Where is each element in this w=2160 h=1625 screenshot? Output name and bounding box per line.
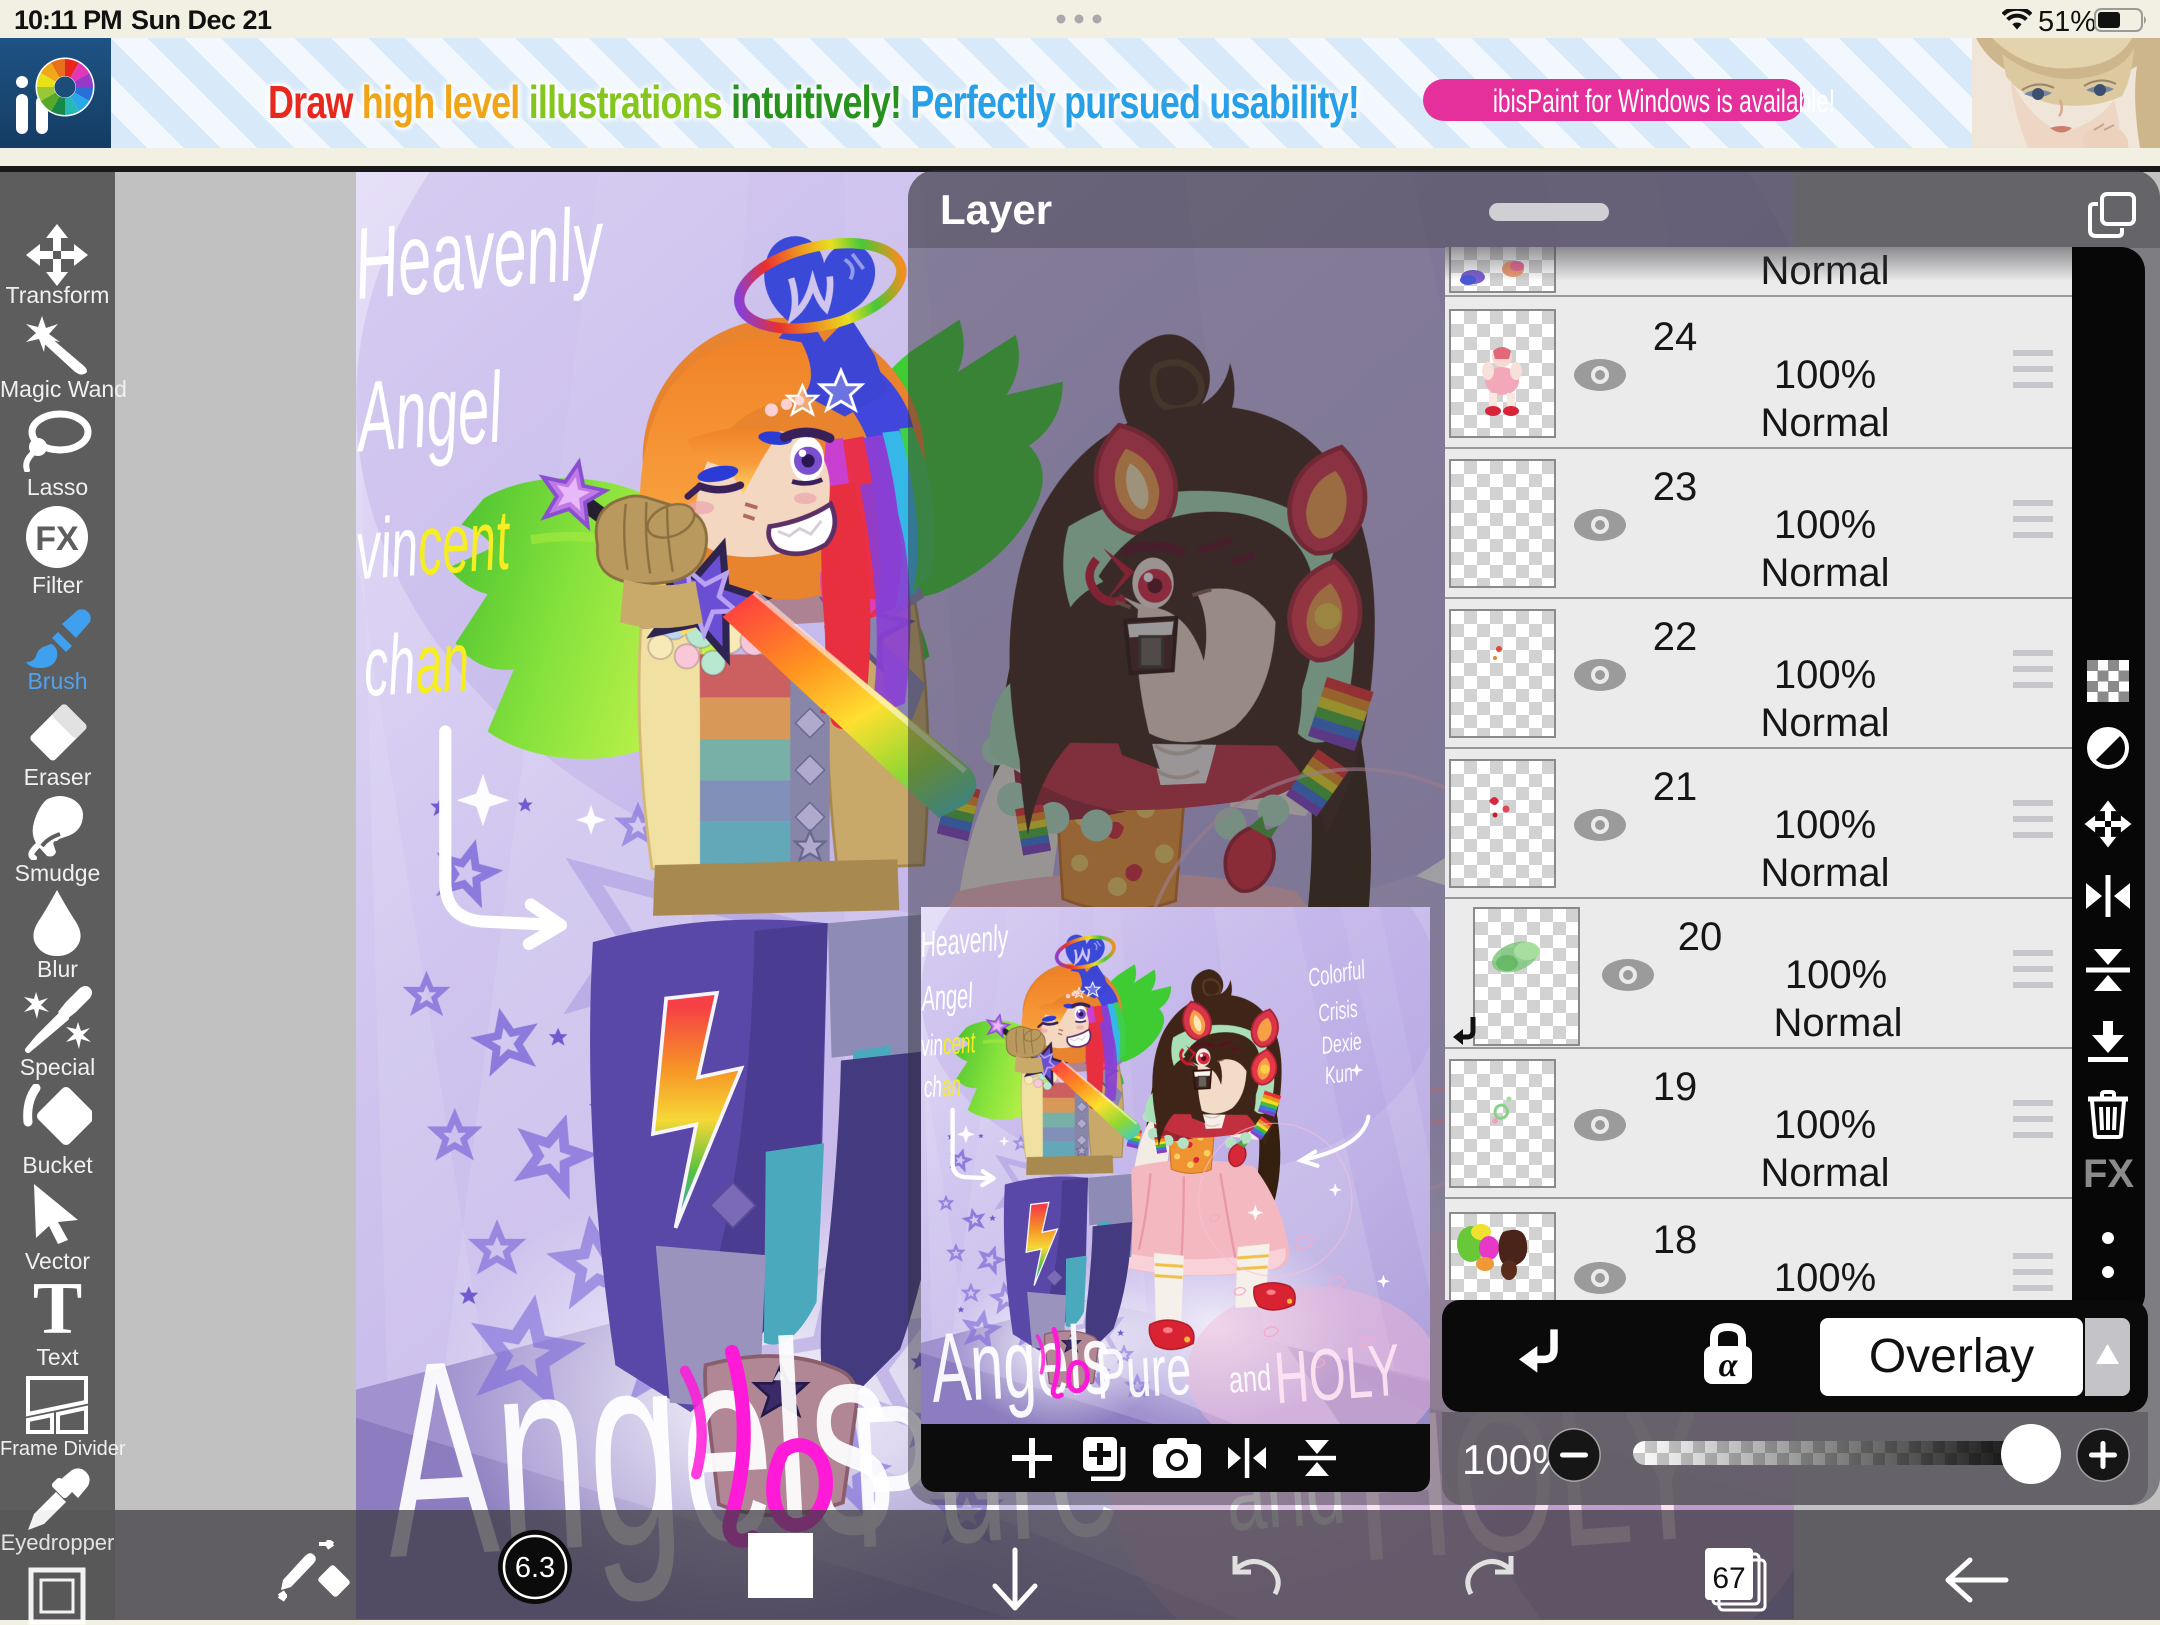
svg-text:FX: FX bbox=[35, 520, 79, 558]
svg-text:6.3: 6.3 bbox=[515, 1552, 555, 1584]
svg-text:α: α bbox=[1719, 1347, 1739, 1384]
svg-text:67: 67 bbox=[1712, 1562, 1745, 1595]
